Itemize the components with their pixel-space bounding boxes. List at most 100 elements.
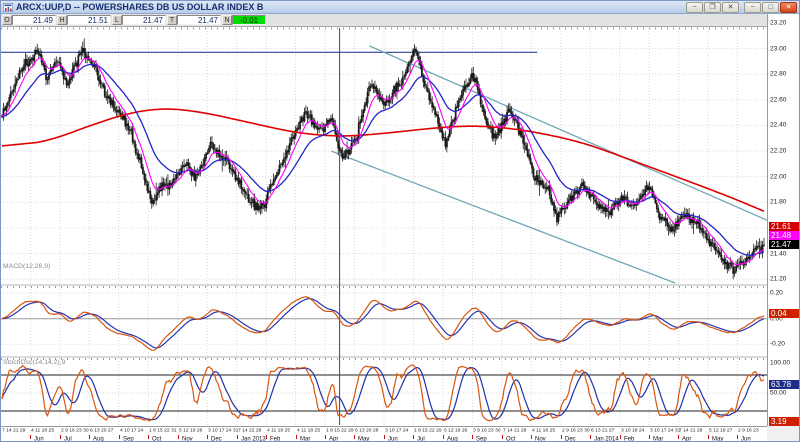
chart-area[interactable]: MACD(12,26,9) StochOsc(14,14,2),9 bbox=[1, 27, 767, 426]
quote-label: N bbox=[222, 15, 232, 25]
month-label: Aug bbox=[93, 435, 104, 442]
time-group-feb: 3 10 18 24 Feb bbox=[620, 427, 649, 442]
macd-tick: 0.20 bbox=[770, 289, 783, 296]
window-minimize-button[interactable]: − bbox=[744, 2, 761, 13]
child-restore-button[interactable]: ❐ bbox=[704, 2, 721, 13]
day-ticks: 1 8 15 22 31 bbox=[149, 427, 177, 433]
month-label: Jun bbox=[34, 435, 44, 442]
quote-field-o: O21.49 bbox=[2, 15, 56, 25]
price-tick: 21.40 bbox=[770, 250, 786, 257]
month-tick bbox=[207, 435, 208, 439]
time-group-oct: 1 8 15 22 31 Oct bbox=[148, 427, 177, 442]
quote-field-l: L21.47 bbox=[112, 15, 166, 25]
quote-field-n: N-0.01 bbox=[222, 15, 266, 25]
day-ticks: 7 14 21 28 bbox=[679, 427, 702, 433]
month-tick bbox=[354, 435, 355, 439]
window-close-button[interactable]: ✕ bbox=[780, 2, 797, 13]
stoch-marker-box: 63.78 bbox=[769, 380, 800, 389]
axis-corner bbox=[767, 426, 800, 442]
day-ticks: 7 14 21 29 bbox=[2, 427, 25, 433]
time-group-jul: 1 8 15 22 29Jul bbox=[413, 427, 442, 442]
time-group-jan-2013: 7 14 22 28Jan 2013 bbox=[237, 427, 266, 442]
month-label: Aug bbox=[447, 435, 458, 442]
month-tick bbox=[590, 435, 591, 439]
day-ticks: 6 13 20 27 bbox=[90, 427, 113, 433]
quote-label: T bbox=[167, 15, 177, 25]
price-tick: 22.60 bbox=[770, 96, 786, 103]
month-label: Sep bbox=[123, 435, 134, 442]
day-ticks: 5 12 19 27 bbox=[709, 427, 732, 433]
time-group: 7 14 21 29 bbox=[1, 427, 30, 442]
time-group-jun: 4 11 18 25 Jun bbox=[30, 427, 59, 442]
time-group-dec: 2 9 16 23 30Dec bbox=[561, 427, 590, 442]
month-tick bbox=[266, 435, 267, 439]
time-group-jul: 2 9 16 23 30Jul bbox=[60, 427, 89, 442]
quote-value: 21.49 bbox=[12, 15, 56, 25]
day-ticks: 2 9 16 23 30 bbox=[61, 427, 89, 433]
month-tick bbox=[237, 435, 238, 439]
month-tick bbox=[649, 435, 650, 439]
window-maximize-button[interactable]: □ bbox=[762, 2, 779, 13]
month-label: May bbox=[358, 435, 369, 442]
time-group-sep: 3 9 16 23 30Sep bbox=[472, 427, 501, 442]
month-tick bbox=[708, 435, 709, 439]
month-tick bbox=[737, 435, 738, 439]
price-tick: 23.00 bbox=[770, 45, 786, 52]
time-group-jan-2014: 6 13 21 27Jan 2014 bbox=[590, 427, 619, 442]
day-ticks: 7 14 21 28 bbox=[503, 427, 526, 433]
day-ticks: 6 13 21 27 bbox=[591, 427, 614, 433]
month-label: May bbox=[712, 435, 723, 442]
price-marker-box: 21.61 bbox=[769, 222, 800, 231]
month-label: Mar bbox=[653, 435, 663, 442]
price-marker-box: 21.47 bbox=[769, 240, 800, 249]
month-tick bbox=[620, 435, 621, 439]
quote-value: -0.01 bbox=[232, 15, 266, 25]
month-tick bbox=[30, 435, 31, 439]
quote-label: O bbox=[2, 15, 12, 25]
window-title: ARCX:UUP,D -- POWERSHARES DB US DOLLAR I… bbox=[16, 1, 681, 14]
main-window-controls: −□✕ bbox=[744, 2, 797, 13]
price-marker-box: 21.48 bbox=[769, 231, 800, 240]
time-group-aug: 5 12 19 26 Aug bbox=[443, 427, 472, 442]
day-ticks: 4 11 18 25 bbox=[532, 427, 555, 433]
price-tick: 22.80 bbox=[770, 70, 786, 77]
child-close-button[interactable]: ✕ bbox=[722, 2, 739, 13]
day-ticks: 3 10 18 24 bbox=[621, 427, 644, 433]
month-label: Oct bbox=[152, 435, 161, 442]
day-ticks: 5 12 19 26 bbox=[179, 427, 202, 433]
time-group-oct: 7 14 21 28 Oct bbox=[502, 427, 531, 442]
time-group-mar: 4 11 18 25Mar bbox=[296, 427, 325, 442]
time-group-jun: 3 10 17 24Jun bbox=[384, 427, 413, 442]
quote-value: 21.51 bbox=[67, 15, 111, 25]
month-label: Feb bbox=[270, 435, 280, 442]
month-tick bbox=[119, 435, 120, 439]
month-tick bbox=[148, 435, 149, 439]
day-ticks: 5 12 19 26 bbox=[444, 427, 467, 433]
day-ticks: 3 10 17 24 31 bbox=[208, 427, 238, 433]
month-tick bbox=[89, 435, 90, 439]
chart-window: ARCX:UUP,D -- POWERSHARES DB US DOLLAR I… bbox=[0, 0, 800, 442]
month-tick bbox=[384, 435, 385, 439]
month-tick bbox=[531, 435, 532, 439]
month-tick bbox=[678, 435, 679, 439]
month-tick bbox=[502, 435, 503, 439]
month-label: Feb bbox=[624, 435, 634, 442]
time-group-feb: 4 11 19 25Feb bbox=[266, 427, 295, 442]
day-ticks: 4 11 18 25 bbox=[31, 427, 54, 433]
month-label: Apr bbox=[329, 435, 338, 442]
time-group-nov: 5 12 19 26Nov bbox=[178, 427, 207, 442]
price-tick: 21.20 bbox=[770, 275, 786, 282]
day-ticks: 1 8 15 22 29 bbox=[414, 427, 442, 433]
month-tick bbox=[325, 435, 326, 439]
month-label: Oct bbox=[506, 435, 515, 442]
month-tick bbox=[60, 435, 61, 439]
time-axis: 7 14 21 294 11 18 25Jun2 9 16 23 30Jul6 … bbox=[1, 426, 767, 442]
price-tick: 22.00 bbox=[770, 173, 786, 180]
price-tick: 22.40 bbox=[770, 121, 786, 128]
child-minimize-button[interactable]: − bbox=[686, 2, 703, 13]
stoch-tick: 50.00 bbox=[770, 389, 786, 396]
chart-app-icon bbox=[3, 3, 13, 12]
price-tick: 21.80 bbox=[770, 198, 786, 205]
chart-canvas[interactable] bbox=[1, 27, 767, 426]
day-ticks: 1 8 15 22 29 bbox=[326, 427, 354, 433]
